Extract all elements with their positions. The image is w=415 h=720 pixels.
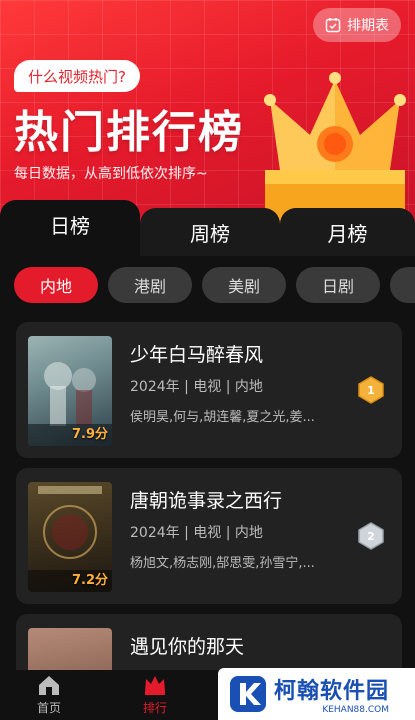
region-chip-us[interactable]: 美剧 — [202, 267, 286, 303]
schedule-button[interactable]: 排期表 — [313, 8, 401, 42]
tab-daily[interactable]: 日榜 — [0, 200, 140, 256]
nav-ranking[interactable]: 排行 — [120, 674, 190, 718]
region-chip-mainland[interactable]: 内地 — [14, 267, 98, 303]
nav-ranking-label: 排行 — [142, 701, 167, 715]
gold-medal-icon: 1 — [358, 376, 384, 404]
kehan-logo-icon — [230, 676, 266, 712]
show-cast: 杨旭文,杨志刚,郜思雯,孙雪宁,... — [130, 556, 315, 571]
ranking-card[interactable]: 7.2分 唐朝诡事录之西行 2024年 | 电视 | 内地 杨旭文,杨志刚,郜思… — [16, 468, 402, 604]
hint-bubble: 什么视频热门? — [14, 60, 140, 92]
tab-weekly[interactable]: 周榜 — [140, 208, 280, 256]
score-badge: 7.2分 — [71, 573, 108, 588]
show-meta: 2024年 | 电视 | 内地 — [130, 379, 263, 395]
tab-monthly[interactable]: 月榜 — [280, 208, 415, 256]
poster-image: 7.9分 — [28, 336, 112, 446]
ranking-card[interactable]: 7.9分 少年白马醉春风 2024年 | 电视 | 内地 侯明昊,何与,胡连馨,… — [16, 322, 402, 458]
region-filter: 内地 港剧 美剧 日剧 — [0, 267, 415, 307]
page-subtitle: 每日数据，从高到低依次排序~ — [14, 166, 208, 182]
region-chip-jp[interactable]: 日剧 — [296, 267, 380, 303]
show-meta: 2024年 | 电视 | 内地 — [130, 525, 263, 541]
poster-image: 7.2分 — [28, 482, 112, 592]
watermark-title: 柯翰软件园 — [274, 679, 390, 704]
home-icon — [39, 676, 59, 695]
show-title: 唐朝诡事录之西行 — [130, 490, 283, 512]
svg-text:1: 1 — [367, 384, 375, 397]
show-cast: 侯明昊,何与,胡连馨,夏之光,姜... — [130, 410, 315, 425]
hero-header: 排期表 什么视频热门? 热门排行榜 每日数据，从高到低依次排序~ — [0, 0, 415, 232]
page-title: 热门排行榜 — [14, 107, 244, 158]
region-chip-hk[interactable]: 港剧 — [108, 267, 192, 303]
tab-weekly-label: 周榜 — [190, 221, 230, 246]
period-tabs: 日榜 周榜 月榜 — [0, 200, 415, 256]
crown-icon — [145, 676, 165, 695]
svg-text:2: 2 — [367, 530, 375, 543]
schedule-label: 排期表 — [347, 18, 389, 34]
nav-home-label: 首页 — [36, 701, 61, 715]
watermark-url: KEHAN88.COM — [322, 705, 390, 715]
score-badge: 7.9分 — [71, 427, 108, 442]
watermark-overlay: 柯翰软件园 KEHAN88.COM — [218, 668, 415, 720]
calendar-icon — [325, 18, 341, 33]
region-chip-more[interactable] — [390, 267, 415, 303]
show-title: 少年白马醉春风 — [130, 344, 264, 366]
tab-monthly-label: 月榜 — [327, 221, 368, 246]
show-title: 遇见你的那天 — [130, 636, 245, 658]
tab-daily-label: 日榜 — [50, 213, 90, 238]
silver-medal-icon: 2 — [358, 522, 384, 550]
nav-home[interactable]: 首页 — [14, 674, 84, 718]
